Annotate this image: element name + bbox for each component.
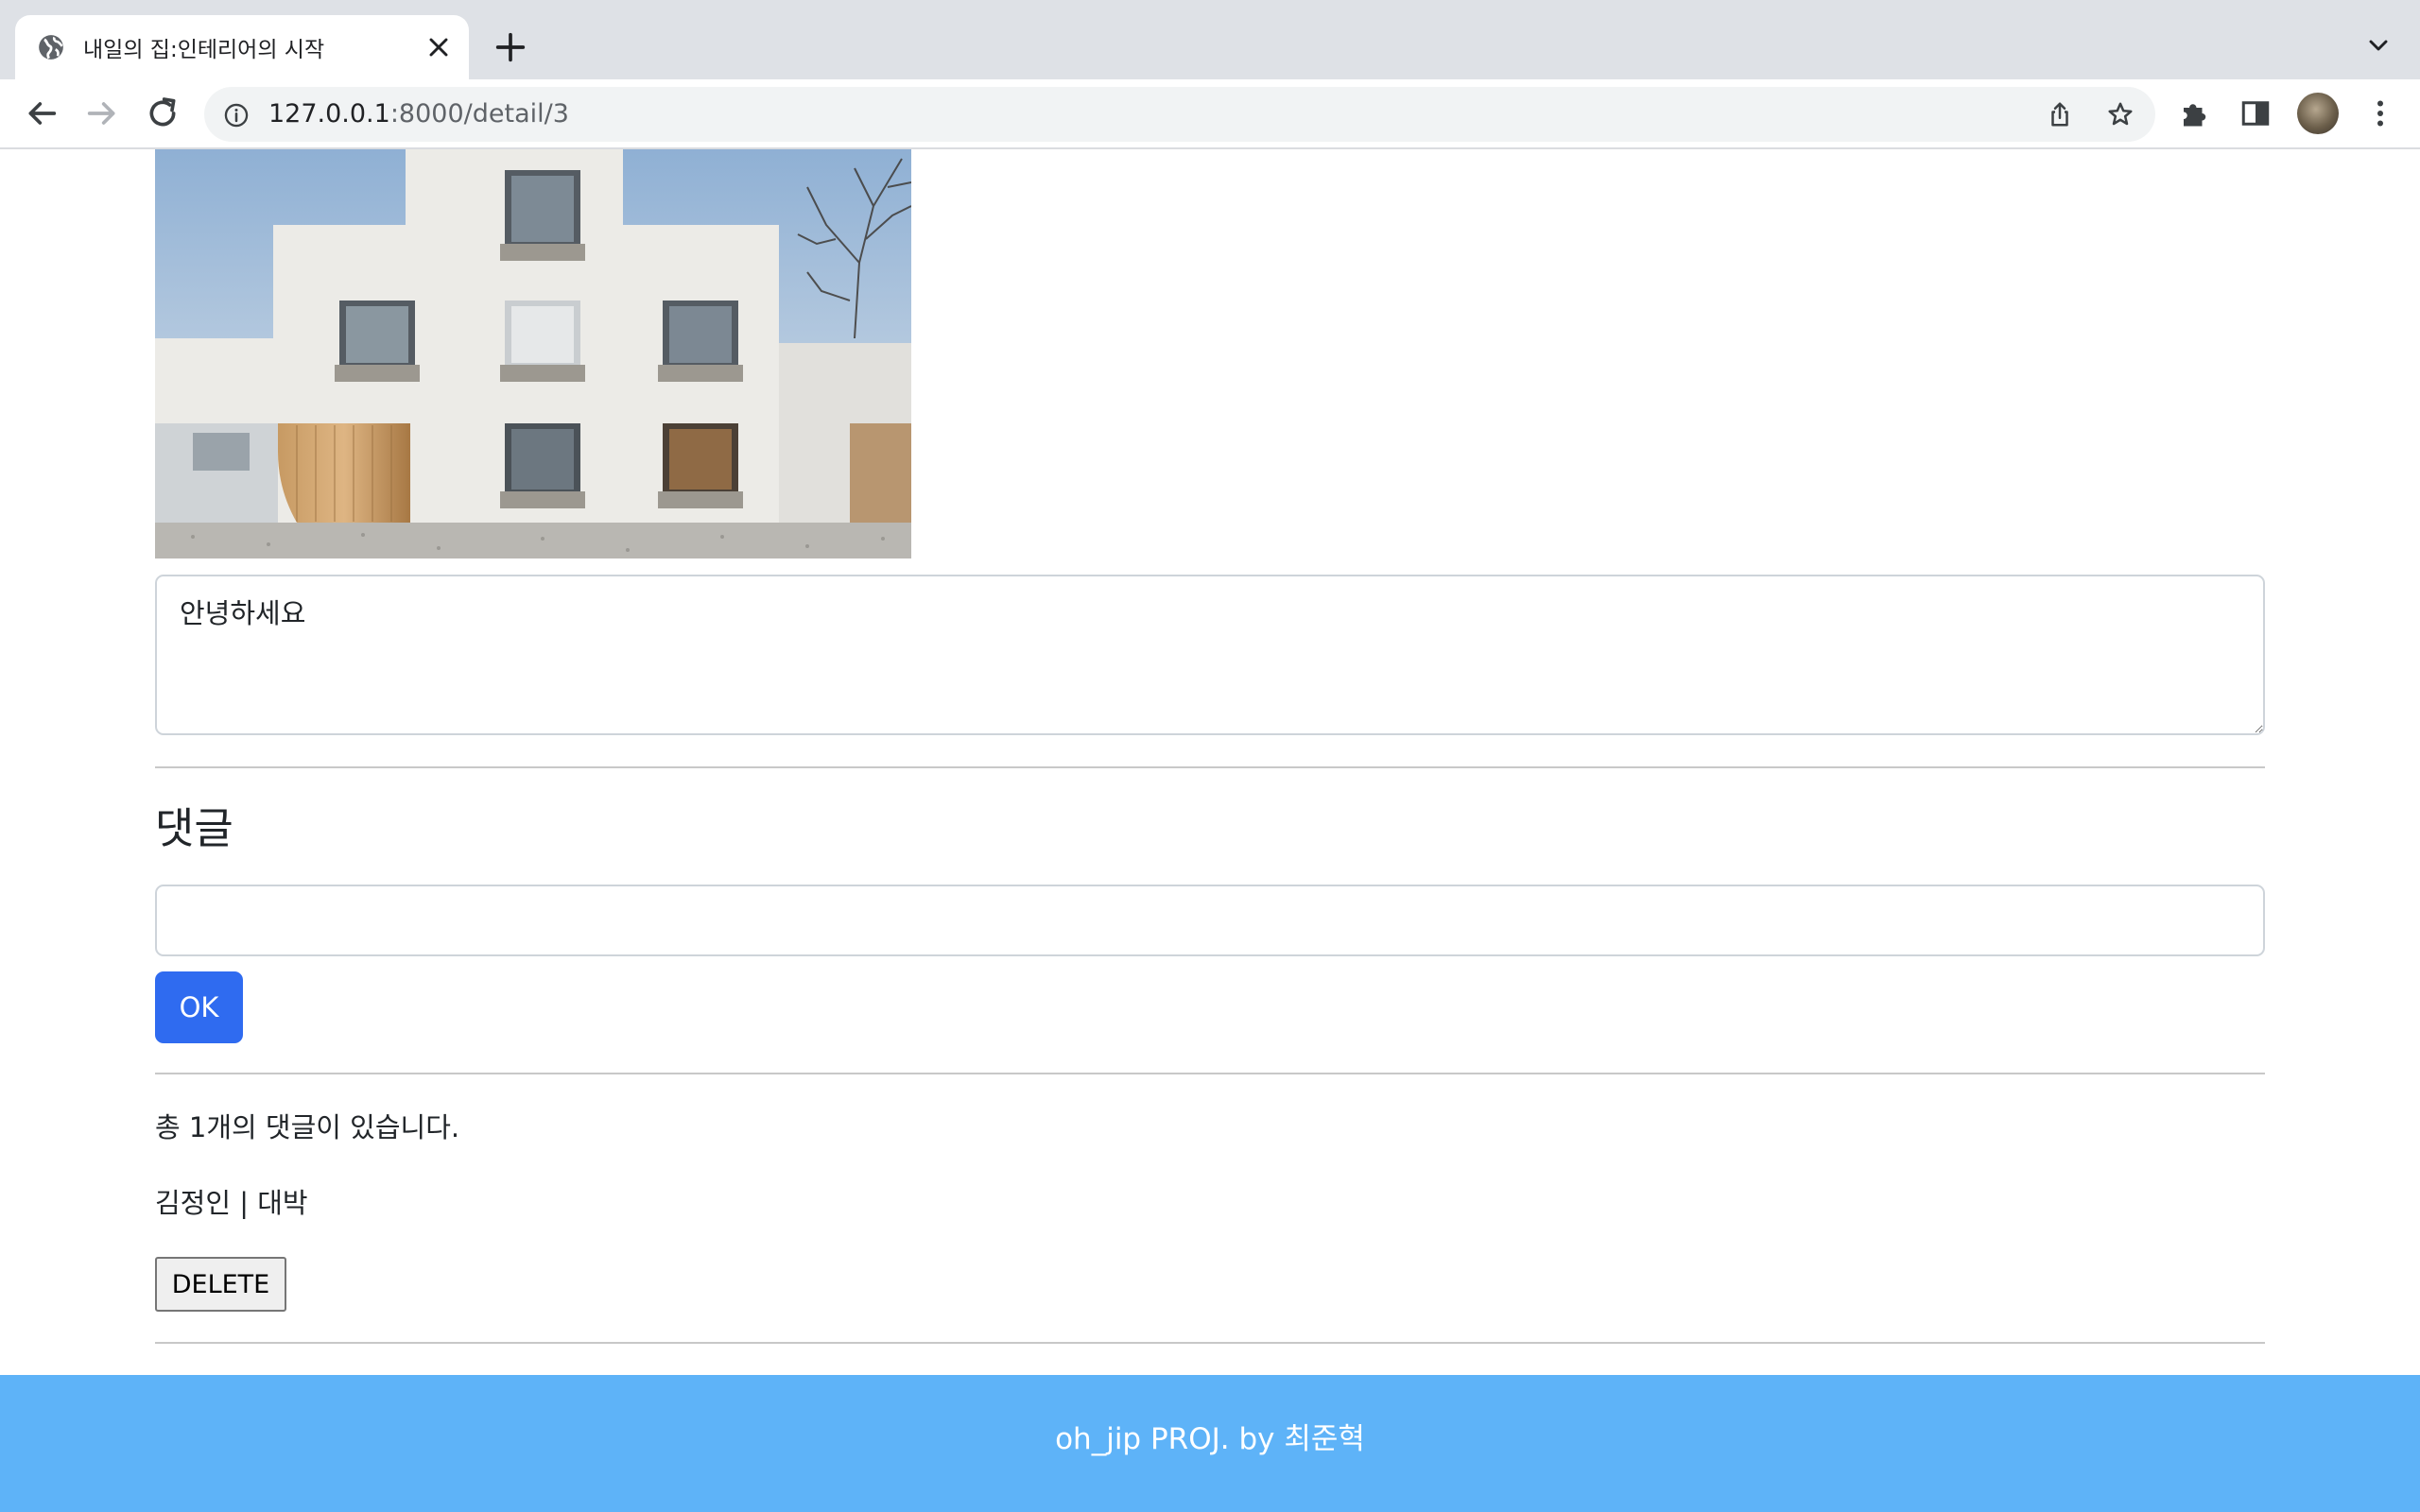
divider [155, 1073, 2265, 1074]
comment-input[interactable] [155, 885, 2265, 956]
url-path: :8000/detail/3 [389, 99, 569, 129]
bookmark-star-icon[interactable] [2106, 100, 2135, 129]
side-panel-icon[interactable] [2238, 96, 2273, 130]
divider [155, 766, 2265, 768]
divider [155, 1342, 2265, 1344]
new-tab-icon[interactable] [492, 28, 529, 66]
url-host: 127.0.0.1 [268, 99, 390, 129]
forward-arrow-icon[interactable] [83, 94, 121, 132]
comment-delete-button[interactable]: DELETE [155, 1257, 286, 1312]
post-image [155, 149, 911, 558]
chevron-down-icon[interactable] [2363, 30, 2394, 60]
tab-title: 내일의 집:인테리어의 시작 [83, 38, 325, 62]
reload-icon[interactable] [144, 94, 182, 132]
browser-tab-strip: 내일의 집:인테리어의 시작 [0, 0, 2420, 79]
comment-submit-button[interactable]: OK [155, 971, 243, 1043]
profile-avatar[interactable] [2297, 93, 2339, 134]
browser-tab-active[interactable]: 내일의 집:인테리어의 시작 [15, 15, 469, 79]
comment-item: 김정인 | 대박 [155, 1187, 308, 1219]
browser-toolbar: 127.0.0.1:8000/detail/3 [0, 79, 2420, 149]
footer-text: oh_jip PROJ. by 최준혁 [1055, 1422, 1365, 1456]
comments-heading: 댓글 [155, 803, 233, 853]
post-body-textarea[interactable]: 안녕하세요 [155, 575, 2265, 735]
extensions-puzzle-icon[interactable] [2178, 96, 2212, 130]
close-icon[interactable] [424, 32, 454, 62]
page-footer: oh_jip PROJ. by 최준혁 [0, 1375, 2420, 1512]
globe-icon [39, 35, 63, 60]
page-content: 안녕하세요 댓글 OK 총 1개의 댓글이 있습니다. 김정인 | 대박 DEL… [0, 149, 2420, 1512]
url-text[interactable]: 127.0.0.1:8000/detail/3 [268, 99, 569, 129]
more-vertical-icon[interactable] [2363, 96, 2397, 130]
info-icon[interactable] [223, 102, 250, 129]
back-arrow-icon[interactable] [23, 94, 60, 132]
share-icon[interactable] [2046, 100, 2074, 129]
comment-count-text: 총 1개의 댓글이 있습니다. [155, 1111, 460, 1143]
address-bar[interactable]: 127.0.0.1:8000/detail/3 [204, 87, 2155, 142]
